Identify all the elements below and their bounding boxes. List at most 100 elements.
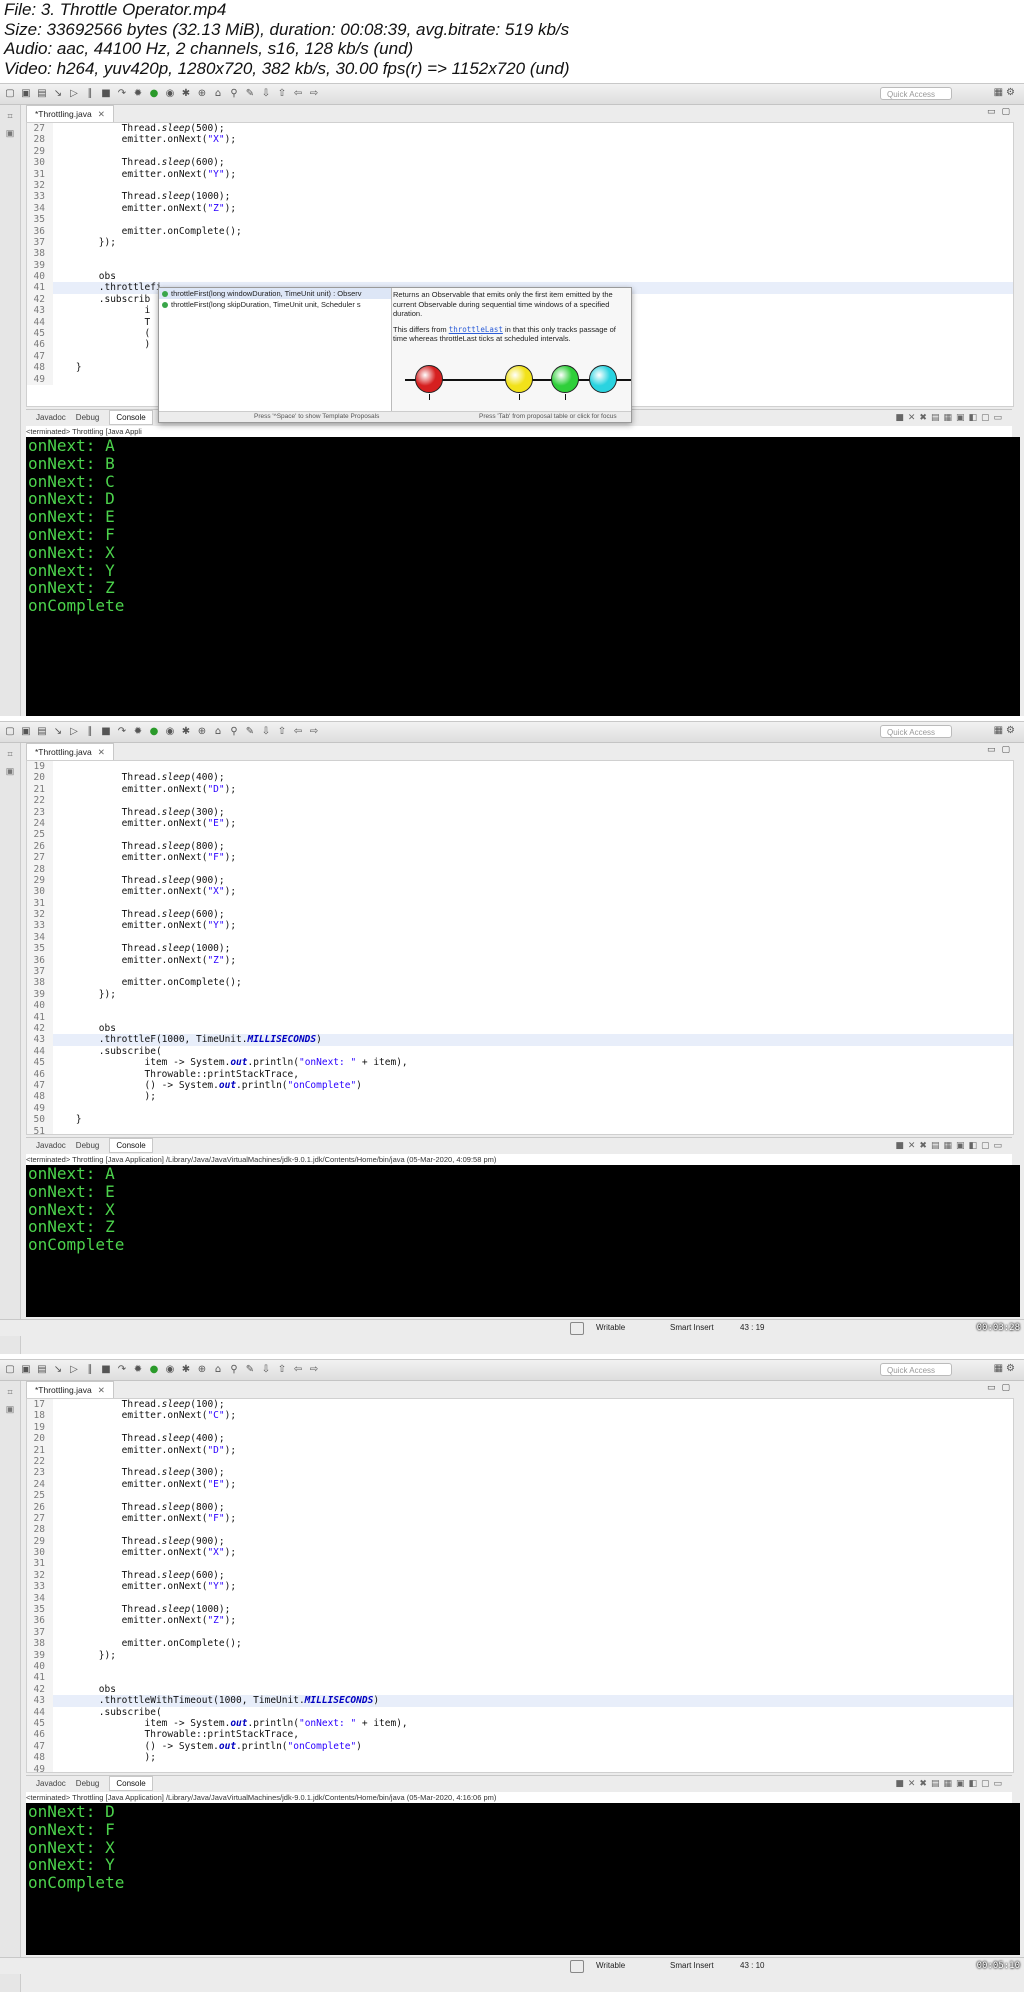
quick-access-input[interactable]: Quick Access: [880, 87, 952, 100]
content-assist-popup[interactable]: throttleFirst(long windowDuration, TimeU…: [158, 287, 632, 423]
resume-icon[interactable]: ▷: [68, 1364, 80, 1376]
throttlelast-link[interactable]: throttleLast: [449, 325, 503, 334]
terminate-icon[interactable]: ■: [100, 726, 112, 738]
save-icon[interactable]: ▣: [20, 726, 32, 738]
open-type-icon[interactable]: ⌂: [212, 726, 224, 738]
console-output[interactable]: onNext: DonNext: FonNext: XonNext: YonCo…: [26, 1803, 1020, 1955]
code-editor[interactable]: 17 Thread.sleep(100); 18 emitter.onNext("…: [26, 1398, 1014, 1773]
tab-debug[interactable]: Debug: [76, 1779, 100, 1788]
editor-window-controls[interactable]: ▭▢: [987, 107, 1016, 117]
toolbar-icons[interactable]: ▢ ▣ ▤ ↘ ▷ ∥ ■ ↷ ✹ ● ◉ ✱ ⊕ ⌂ ⚲ ✎ ⇩ ⇧ ⇦ ⇨: [4, 87, 320, 101]
tab-debug[interactable]: Debug: [76, 1141, 100, 1150]
debug-icon[interactable]: ✹: [132, 88, 144, 100]
tab-javadoc[interactable]: Javadoc: [36, 413, 66, 422]
run-icon[interactable]: ●: [148, 1364, 160, 1376]
save-icon[interactable]: ▣: [20, 1364, 32, 1376]
terminate-icon[interactable]: ■: [100, 88, 112, 100]
highlight-icon[interactable]: ✎: [244, 1364, 256, 1376]
editor-tab[interactable]: *Throttling.java ✕: [26, 105, 114, 122]
resume-icon[interactable]: ▷: [68, 88, 80, 100]
package-icon[interactable]: ▣: [0, 128, 20, 139]
console-toolbar-icons[interactable]: ■✕✖▤▦▣◧▢▭: [895, 410, 1006, 426]
suspend-icon[interactable]: ∥: [84, 1364, 96, 1376]
editor-tab[interactable]: *Throttling.java ✕: [26, 1381, 114, 1398]
step-icon[interactable]: ↷: [116, 1364, 128, 1376]
step-icon[interactable]: ↷: [116, 726, 128, 738]
terminate-icon[interactable]: ■: [100, 1364, 112, 1376]
toolbar-icons[interactable]: ▢ ▣ ▤ ↘ ▷ ∥ ■ ↷ ✹ ● ◉ ✱ ⊕ ⌂ ⚲ ✎ ⇩ ⇧ ⇦ ⇨: [4, 725, 320, 739]
package-icon[interactable]: ▣: [0, 766, 20, 777]
close-icon[interactable]: ✕: [98, 109, 105, 119]
highlight-icon[interactable]: ✎: [244, 726, 256, 738]
editor-window-controls[interactable]: ▭▢: [987, 1383, 1016, 1393]
save-all-icon[interactable]: ▤: [36, 88, 48, 100]
save-icon[interactable]: ▣: [20, 88, 32, 100]
toolbar-icons[interactable]: ▢ ▣ ▤ ↘ ▷ ∥ ■ ↷ ✹ ● ◉ ✱ ⊕ ⌂ ⚲ ✎ ⇩ ⇧ ⇦ ⇨: [4, 1363, 320, 1377]
editor-tab[interactable]: *Throttling.java ✕: [26, 743, 114, 760]
quick-access-input[interactable]: Quick Access: [880, 1363, 952, 1376]
back-icon[interactable]: ⇦: [292, 88, 304, 100]
suspend-icon[interactable]: ∥: [84, 88, 96, 100]
open-type-icon[interactable]: ⌂: [212, 88, 224, 100]
new-icon[interactable]: ▢: [4, 726, 16, 738]
quick-access-input[interactable]: Quick Access: [880, 725, 952, 738]
forward-icon[interactable]: ⇨: [308, 726, 320, 738]
coverage-icon[interactable]: ◉: [164, 1364, 176, 1376]
console-toolbar-icons[interactable]: ■✕✖▤▦▣◧▢▭: [895, 1776, 1006, 1792]
close-icon[interactable]: ✕: [98, 1385, 105, 1395]
skip-icon[interactable]: ↘: [52, 726, 64, 738]
restore-icon[interactable]: ⌗: [0, 749, 20, 760]
close-icon[interactable]: ✕: [98, 747, 105, 757]
perspective-icons[interactable]: ▦⚙: [994, 87, 1018, 98]
forward-icon[interactable]: ⇨: [308, 88, 320, 100]
debug-icon[interactable]: ✹: [132, 1364, 144, 1376]
perspective-icons[interactable]: ▦⚙: [994, 725, 1018, 736]
skip-icon[interactable]: ↘: [52, 1364, 64, 1376]
highlight-icon[interactable]: ✎: [244, 88, 256, 100]
tab-javadoc[interactable]: Javadoc: [36, 1141, 66, 1150]
prev-annotation-icon[interactable]: ⇧: [276, 726, 288, 738]
tab-console[interactable]: Console: [109, 1776, 153, 1791]
editor-window-controls[interactable]: ▭▢: [987, 745, 1016, 755]
new-class-icon[interactable]: ⊕: [196, 726, 208, 738]
coverage-icon[interactable]: ◉: [164, 88, 176, 100]
tab-console[interactable]: Console: [109, 1138, 153, 1153]
skip-icon[interactable]: ↘: [52, 88, 64, 100]
code-editor[interactable]: 19 20 Thread.sleep(400); 21 emitter.onNext…: [26, 760, 1014, 1135]
new-class-icon[interactable]: ⊕: [196, 1364, 208, 1376]
console-toolbar-icons[interactable]: ■✕✖▤▦▣◧▢▭: [895, 1138, 1006, 1154]
proposal-item[interactable]: throttleFirst(long windowDuration, TimeU…: [159, 288, 391, 299]
back-icon[interactable]: ⇦: [292, 1364, 304, 1376]
search-icon[interactable]: ⚲: [228, 1364, 240, 1376]
back-icon[interactable]: ⇦: [292, 726, 304, 738]
console-output[interactable]: onNext: AonNext: EonNext: XonNext: ZonCo…: [26, 1165, 1020, 1317]
proposal-list[interactable]: throttleFirst(long windowDuration, TimeU…: [159, 288, 392, 412]
resume-icon[interactable]: ▷: [68, 726, 80, 738]
save-all-icon[interactable]: ▤: [36, 1364, 48, 1376]
external-tools-icon[interactable]: ✱: [180, 1364, 192, 1376]
run-icon[interactable]: ●: [148, 726, 160, 738]
step-icon[interactable]: ↷: [116, 88, 128, 100]
tab-console[interactable]: Console: [109, 410, 153, 425]
restore-icon[interactable]: ⌗: [0, 111, 20, 122]
forward-icon[interactable]: ⇨: [308, 1364, 320, 1376]
external-tools-icon[interactable]: ✱: [180, 88, 192, 100]
next-annotation-icon[interactable]: ⇩: [260, 1364, 272, 1376]
new-class-icon[interactable]: ⊕: [196, 88, 208, 100]
run-icon[interactable]: ●: [148, 88, 160, 100]
tab-javadoc[interactable]: Javadoc: [36, 1779, 66, 1788]
coverage-icon[interactable]: ◉: [164, 726, 176, 738]
suspend-icon[interactable]: ∥: [84, 726, 96, 738]
new-icon[interactable]: ▢: [4, 88, 16, 100]
package-icon[interactable]: ▣: [0, 1404, 20, 1415]
open-type-icon[interactable]: ⌂: [212, 1364, 224, 1376]
next-annotation-icon[interactable]: ⇩: [260, 88, 272, 100]
tab-debug[interactable]: Debug: [76, 413, 100, 422]
perspective-icons[interactable]: ▦⚙: [994, 1363, 1018, 1374]
new-icon[interactable]: ▢: [4, 1364, 16, 1376]
save-all-icon[interactable]: ▤: [36, 726, 48, 738]
debug-icon[interactable]: ✹: [132, 726, 144, 738]
proposal-item[interactable]: throttleFirst(long skipDuration, TimeUni…: [159, 299, 391, 310]
search-icon[interactable]: ⚲: [228, 88, 240, 100]
external-tools-icon[interactable]: ✱: [180, 726, 192, 738]
